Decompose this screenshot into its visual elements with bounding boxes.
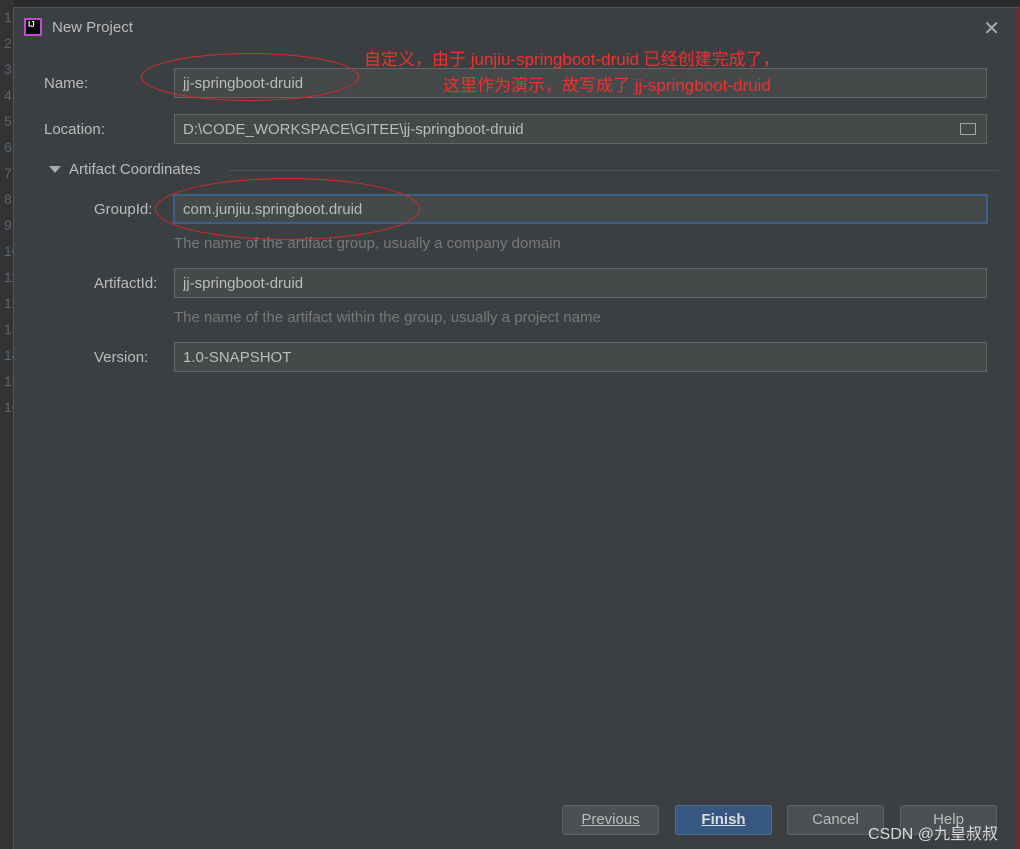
annotation-ellipse-name bbox=[141, 53, 359, 101]
previous-label: Previous bbox=[581, 811, 640, 828]
artifactid-hint: The name of the artifact within the grou… bbox=[174, 309, 601, 326]
version-input[interactable] bbox=[174, 342, 987, 372]
annotation-line-1: 自定义，由于 junjiu-springboot-druid 已经创建完成了， bbox=[364, 50, 780, 69]
annotation-ellipse-groupid bbox=[155, 178, 420, 240]
previous-button[interactable]: Previous bbox=[562, 805, 659, 835]
artifactid-input[interactable] bbox=[174, 268, 987, 298]
groupid-hint: The name of the artifact group, usually … bbox=[174, 235, 561, 252]
finish-label: Finish bbox=[701, 811, 746, 828]
watermark: CSDN @九皇叔叔 bbox=[868, 826, 999, 843]
location-label: Location: bbox=[44, 121, 105, 138]
dialog-title: New Project bbox=[52, 18, 133, 36]
new-project-dialog: IJ New Project ✕ Name: Location: D:\CODE… bbox=[13, 7, 1020, 849]
version-label: Version: bbox=[94, 349, 149, 366]
close-icon[interactable]: ✕ bbox=[983, 16, 1000, 41]
finish-button[interactable]: Finish bbox=[675, 805, 772, 835]
section-title[interactable]: Artifact Coordinates bbox=[69, 161, 201, 178]
editor-line-gutter: 1 2 3 4 5 6 7 8 9 10 11 12 13 14 15 16 bbox=[0, 0, 20, 849]
collapse-triangle-icon[interactable] bbox=[49, 166, 61, 173]
name-label: Name: bbox=[44, 75, 89, 92]
artifactid-label: ArtifactId: bbox=[94, 275, 158, 292]
dialog-title-bar: IJ New Project bbox=[24, 18, 133, 36]
groupid-label: GroupId: bbox=[94, 201, 153, 218]
folder-browse-icon[interactable] bbox=[960, 123, 976, 135]
location-input[interactable]: D:\CODE_WORKSPACE\GITEE\jj-springboot-dr… bbox=[174, 114, 987, 144]
location-value: D:\CODE_WORKSPACE\GITEE\jj-springboot-dr… bbox=[183, 121, 524, 138]
intellij-logo-icon: IJ bbox=[24, 18, 42, 36]
section-divider bbox=[229, 170, 999, 171]
annotation-line-2: 这里作为演示，故写成了 jj-springboot-druid bbox=[443, 76, 771, 95]
cancel-label: Cancel bbox=[812, 811, 859, 828]
